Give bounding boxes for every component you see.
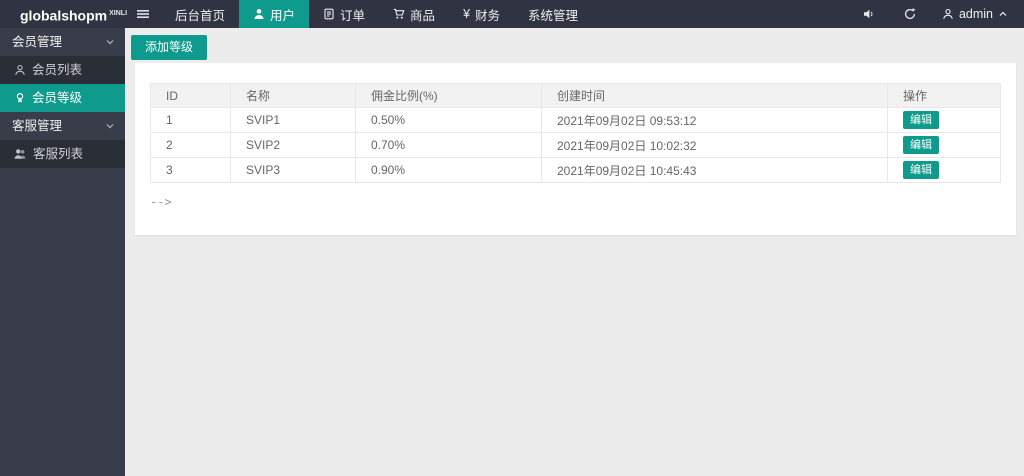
nav-item-goods[interactable]: 商品	[379, 0, 449, 28]
cell-id: 3	[150, 157, 231, 183]
group-label: 客服管理	[12, 119, 63, 133]
col-header-id: ID	[150, 83, 231, 108]
cell-created: 2021年09月02日 10:02:32	[541, 132, 888, 158]
nav-label: 财务	[475, 8, 501, 23]
col-header-name: 名称	[230, 83, 356, 108]
cell-name: SVIP1	[230, 107, 356, 133]
nav-label: 系统管理	[528, 8, 579, 23]
sidebar-item-label: 客服列表	[33, 147, 84, 161]
refresh-button[interactable]	[890, 0, 930, 28]
edit-button[interactable]: 编辑	[903, 161, 939, 179]
nav-item-users[interactable]: 用户	[239, 0, 310, 28]
nav-label: 订单	[340, 8, 366, 23]
top-navbar: globalshopm XINLI 后台首页 用户 订单 商品 ¥ 财务 系统管…	[0, 0, 1024, 28]
nav-label: 后台首页	[175, 8, 226, 23]
col-header-rate: 佣金比例(%)	[355, 83, 542, 108]
nav-item-finance[interactable]: ¥ 财务	[449, 0, 514, 28]
edit-button[interactable]: 编辑	[903, 111, 939, 129]
cell-name: SVIP2	[230, 132, 356, 158]
sidebar-group-member-mgmt[interactable]: 会员管理	[0, 28, 125, 56]
nav-label: 用户	[270, 8, 296, 23]
admin-name: admin	[958, 7, 993, 21]
sidebar-item-label: 会员列表	[32, 63, 83, 77]
add-level-button[interactable]: 添加等级	[131, 35, 208, 60]
order-icon	[323, 8, 335, 20]
user-icon	[253, 8, 265, 20]
cell-rate: 0.50%	[355, 107, 542, 133]
brand-name: globalshopm	[20, 7, 108, 24]
col-header-created: 创建时间	[541, 83, 888, 108]
cell-rate: 0.70%	[355, 132, 542, 158]
level-icon	[14, 92, 26, 104]
levels-card: ID 名称 佣金比例(%) 创建时间 操作 1 SVIP1 0.50% 2021…	[135, 63, 1016, 235]
group-label: 会员管理	[12, 35, 63, 49]
brand-logo[interactable]: globalshopm XINLI	[0, 0, 127, 28]
table-row: 3 SVIP3 0.90% 2021年09月02日 10:45:43 编辑	[150, 157, 1001, 183]
cell-id: 1	[150, 107, 231, 133]
cart-icon	[393, 8, 405, 20]
sidebar-group-service-mgmt[interactable]: 客服管理	[0, 112, 125, 140]
navbar-right: admin	[849, 0, 1024, 28]
service-team-icon	[14, 148, 27, 160]
table-row: 2 SVIP2 0.70% 2021年09月02日 10:02:32 编辑	[150, 132, 1001, 158]
admin-user-icon	[943, 8, 953, 19]
edit-button[interactable]: 编辑	[903, 136, 939, 154]
chevron-down-icon	[105, 37, 115, 47]
table-header-row: ID 名称 佣金比例(%) 创建时间 操作	[150, 83, 1001, 108]
caret-up-icon	[999, 11, 1007, 16]
refresh-icon	[904, 8, 916, 20]
cell-created: 2021年09月02日 09:53:12	[541, 107, 888, 133]
speaker-icon	[863, 9, 873, 19]
hamburger-menu-icon[interactable]	[125, 0, 161, 28]
cell-name: SVIP3	[230, 157, 356, 183]
nav-label: 商品	[410, 8, 436, 23]
cell-id: 2	[150, 132, 231, 158]
nav-item-orders[interactable]: 订单	[309, 0, 379, 28]
sidebar: 会员管理 会员列表 会员等级 客服管理 客服列表	[0, 28, 125, 476]
sidebar-item-member-list[interactable]: 会员列表	[0, 56, 125, 84]
nav-item-dashboard[interactable]: 后台首页	[161, 0, 239, 28]
yen-icon: ¥	[463, 7, 471, 21]
hamburger-icon	[137, 10, 149, 18]
cell-created: 2021年09月02日 10:45:43	[541, 157, 888, 183]
col-header-actions: 操作	[887, 83, 1001, 108]
sidebar-item-service-list[interactable]: 客服列表	[0, 140, 125, 168]
nav-item-system[interactable]: 系统管理	[514, 0, 592, 28]
sidebar-item-label: 会员等级	[32, 91, 83, 105]
chevron-down-icon	[105, 121, 115, 131]
cell-rate: 0.90%	[355, 157, 542, 183]
main-content: 添加等级 ID 名称 佣金比例(%) 创建时间 操作 1 SVIP1 0.50%	[125, 28, 1024, 476]
main-nav: 后台首页 用户 订单 商品 ¥ 财务 系统管理	[161, 0, 592, 28]
footer-note: -->	[150, 195, 172, 209]
table-row: 1 SVIP1 0.50% 2021年09月02日 09:53:12 编辑	[150, 107, 1001, 133]
sidebar-item-member-level[interactable]: 会员等级	[0, 84, 125, 112]
member-icon	[14, 64, 26, 76]
admin-dropdown[interactable]: admin	[930, 0, 1024, 28]
sound-toggle-button[interactable]	[849, 0, 890, 28]
levels-table: ID 名称 佣金比例(%) 创建时间 操作 1 SVIP1 0.50% 2021…	[150, 83, 1001, 183]
